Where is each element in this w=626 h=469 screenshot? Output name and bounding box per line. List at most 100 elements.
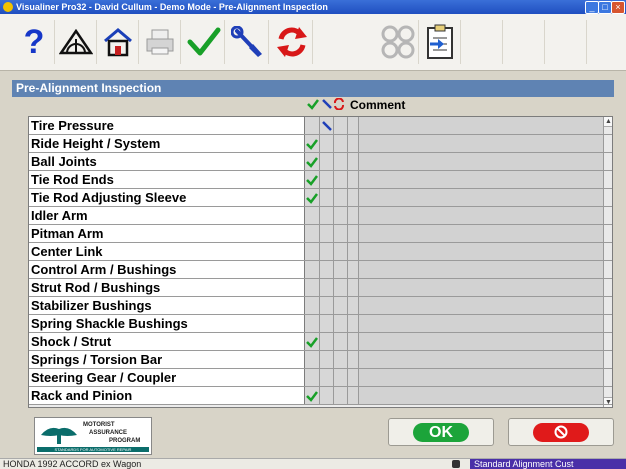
- spacer-cell: [348, 117, 359, 134]
- table-row[interactable]: Ball Joints: [29, 153, 612, 171]
- ok-cell[interactable]: [305, 225, 320, 242]
- comment-cell[interactable]: [359, 315, 603, 332]
- comment-cell[interactable]: [359, 135, 603, 152]
- ok-button[interactable]: OK: [388, 418, 494, 446]
- home-button[interactable]: [98, 20, 139, 64]
- comment-cell[interactable]: [359, 297, 603, 314]
- table-row[interactable]: Pitman Arm: [29, 225, 612, 243]
- adjust-cell[interactable]: [320, 171, 334, 188]
- cancel-button[interactable]: [508, 418, 614, 446]
- replace-cell[interactable]: [334, 153, 348, 170]
- table-row[interactable]: Spring Shackle Bushings: [29, 315, 612, 333]
- table-row[interactable]: Strut Rod / Bushings: [29, 279, 612, 297]
- replace-cell[interactable]: [334, 135, 348, 152]
- ok-mark-button[interactable]: [184, 20, 225, 64]
- adjust-cell[interactable]: [320, 243, 334, 260]
- ok-cell[interactable]: [305, 315, 320, 332]
- comment-cell[interactable]: [359, 207, 603, 224]
- close-icon[interactable]: ×: [611, 1, 625, 14]
- comment-cell[interactable]: [359, 189, 603, 206]
- table-row[interactable]: Tie Rod Ends: [29, 171, 612, 189]
- table-row[interactable]: Stabilizer Bushings: [29, 297, 612, 315]
- clipboard-button[interactable]: [420, 20, 461, 64]
- replace-cell[interactable]: [334, 261, 348, 278]
- comment-cell[interactable]: [359, 171, 603, 188]
- comment-cell[interactable]: [359, 225, 603, 242]
- replace-cell[interactable]: [334, 207, 348, 224]
- replace-cell[interactable]: [334, 387, 348, 404]
- comment-cell[interactable]: [359, 117, 603, 134]
- replace-cell[interactable]: [334, 369, 348, 386]
- comment-cell[interactable]: [359, 153, 603, 170]
- adjust-cell[interactable]: [320, 387, 334, 404]
- table-row[interactable]: Steering Gear / Coupler: [29, 369, 612, 387]
- replace-cell[interactable]: [334, 279, 348, 296]
- replace-cell[interactable]: [334, 333, 348, 350]
- table-row[interactable]: Center Link: [29, 243, 612, 261]
- replace-cell[interactable]: [334, 351, 348, 368]
- ok-cell[interactable]: [305, 261, 320, 278]
- table-row[interactable]: Tie Rod Adjusting Sleeve: [29, 189, 612, 207]
- alignment-button[interactable]: [56, 20, 97, 64]
- ok-cell[interactable]: [305, 243, 320, 260]
- print-button[interactable]: [140, 20, 181, 64]
- adjust-cell[interactable]: [320, 135, 334, 152]
- row-label: Ride Height / System: [29, 135, 305, 152]
- replace-cell[interactable]: [334, 243, 348, 260]
- wheels-button[interactable]: [378, 20, 419, 64]
- ok-cell[interactable]: [305, 153, 320, 170]
- adjust-cell[interactable]: [320, 207, 334, 224]
- adjust-cell[interactable]: [320, 225, 334, 242]
- adjust-cell[interactable]: [320, 369, 334, 386]
- replace-cell[interactable]: [334, 297, 348, 314]
- minimize-icon[interactable]: _: [585, 1, 599, 14]
- adjust-cell[interactable]: [320, 189, 334, 206]
- adjust-cell[interactable]: [320, 351, 334, 368]
- ok-cell[interactable]: [305, 297, 320, 314]
- replace-cell[interactable]: [334, 225, 348, 242]
- adjust-cell[interactable]: [320, 261, 334, 278]
- replace-cell[interactable]: [334, 171, 348, 188]
- ok-cell[interactable]: [305, 387, 320, 404]
- adjust-cell[interactable]: [320, 279, 334, 296]
- table-row[interactable]: Idler Arm: [29, 207, 612, 225]
- adjust-cell[interactable]: [320, 153, 334, 170]
- replace-cell[interactable]: [334, 315, 348, 332]
- table-row[interactable]: Tire Pressure: [29, 117, 612, 135]
- ok-cell[interactable]: [305, 135, 320, 152]
- comment-cell[interactable]: [359, 387, 603, 404]
- replace-cell[interactable]: [334, 117, 348, 134]
- ok-cell[interactable]: [305, 369, 320, 386]
- adjust-cell[interactable]: [320, 333, 334, 350]
- check-icon: [306, 174, 318, 186]
- comment-cell[interactable]: [359, 243, 603, 260]
- comment-cell[interactable]: [359, 369, 603, 386]
- table-row[interactable]: Shock / Strut: [29, 333, 612, 351]
- table-row[interactable]: Rack and Pinion: [29, 387, 612, 405]
- comment-cell[interactable]: [359, 279, 603, 296]
- replace-mark-button[interactable]: [272, 20, 313, 64]
- ok-cell[interactable]: [305, 117, 320, 134]
- ok-cell[interactable]: [305, 171, 320, 188]
- comment-cell[interactable]: [359, 261, 603, 278]
- ok-cell[interactable]: [305, 207, 320, 224]
- adjust-cell[interactable]: [320, 297, 334, 314]
- ok-cell[interactable]: [305, 333, 320, 350]
- adjust-cell[interactable]: [320, 117, 334, 134]
- adjust-cell[interactable]: [320, 315, 334, 332]
- spacer-cell: [348, 279, 359, 296]
- help-button[interactable]: ?: [14, 20, 55, 64]
- ok-cell[interactable]: [305, 189, 320, 206]
- ok-cell[interactable]: [305, 351, 320, 368]
- table-row[interactable]: Control Arm / Bushings: [29, 261, 612, 279]
- table-row[interactable]: Springs / Torsion Bar: [29, 351, 612, 369]
- comment-cell[interactable]: [359, 351, 603, 368]
- adjust-mark-button[interactable]: [228, 20, 269, 64]
- spacer-cell: [348, 135, 359, 152]
- ok-cell[interactable]: [305, 279, 320, 296]
- replace-cell[interactable]: [334, 189, 348, 206]
- comment-cell[interactable]: [359, 333, 603, 350]
- table-row[interactable]: Ride Height / System: [29, 135, 612, 153]
- maximize-icon[interactable]: □: [598, 1, 612, 14]
- ok-label: OK: [413, 422, 469, 442]
